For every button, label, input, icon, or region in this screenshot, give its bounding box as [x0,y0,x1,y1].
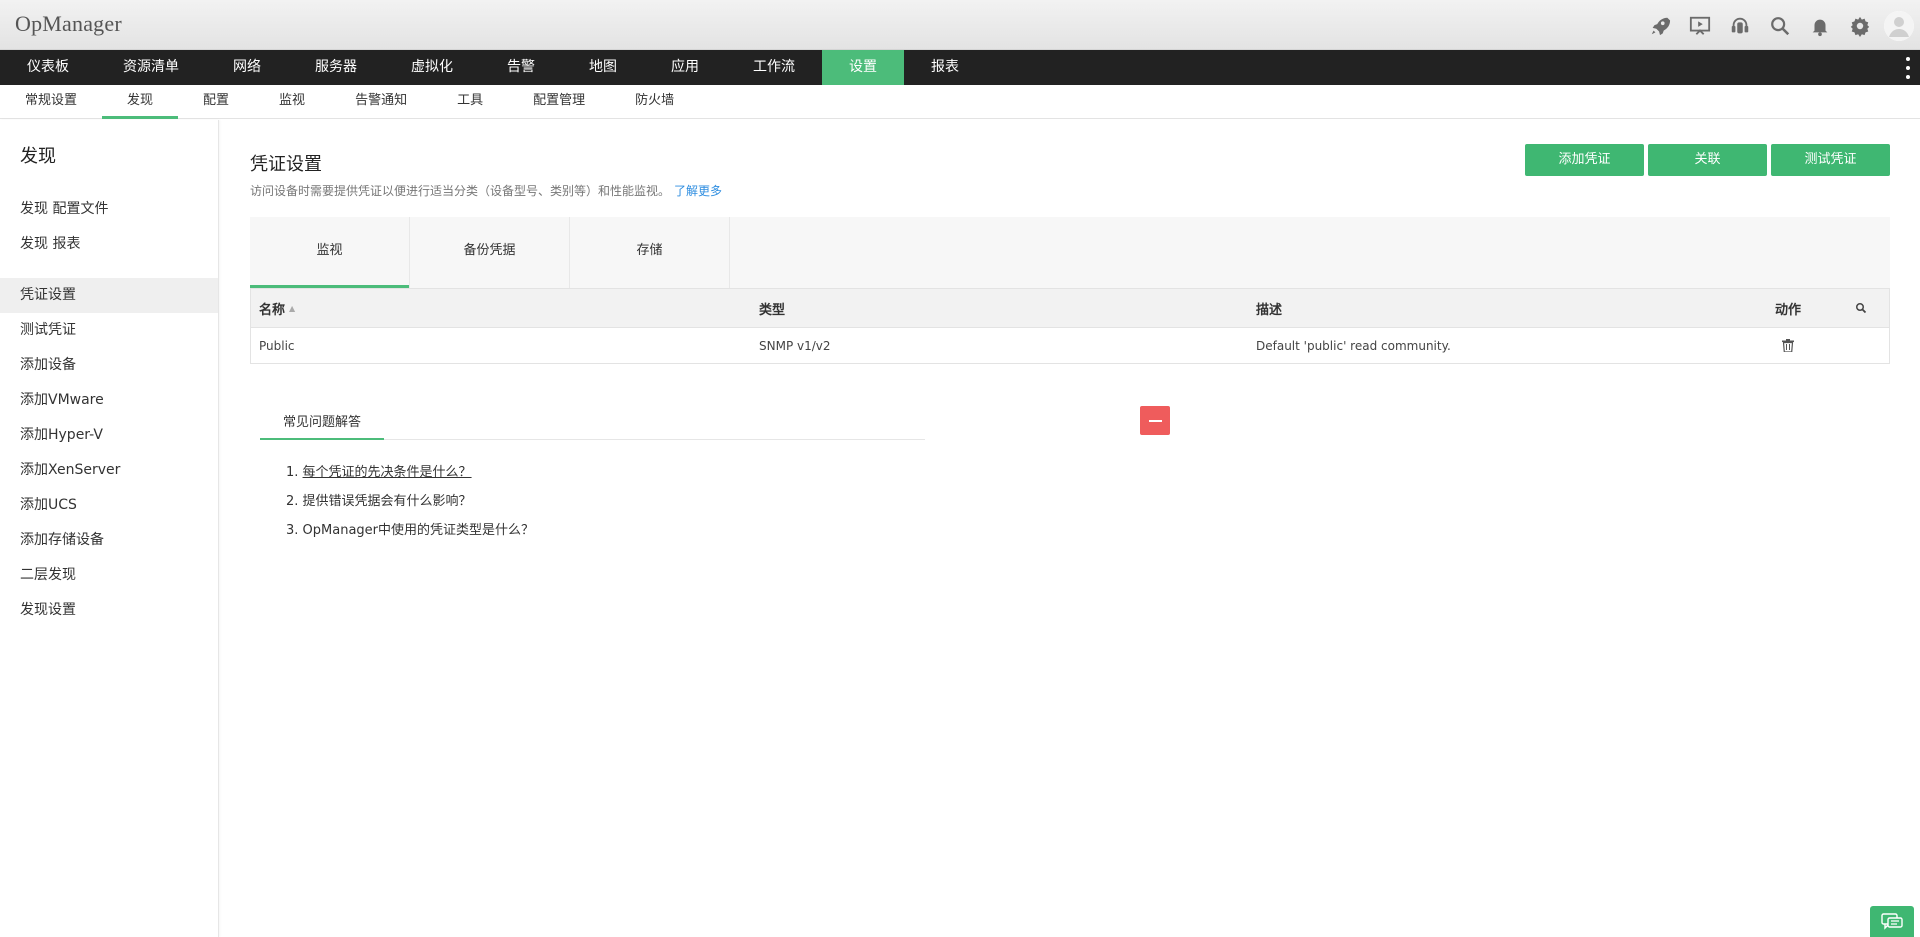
nav-virtualization[interactable]: 虚拟化 [384,50,480,85]
subnav-monitoring[interactable]: 监视 [254,85,330,118]
nav-settings[interactable]: 设置 [822,50,904,85]
nav-dashboard[interactable]: 仪表板 [0,50,96,85]
column-header-name[interactable]: 名称 ▲ [251,289,751,327]
user-avatar-icon[interactable] [1884,11,1914,41]
tab-storage[interactable]: 存储 [570,217,730,288]
subnav-tools[interactable]: 工具 [432,85,508,118]
table-row[interactable]: Public SNMP v1/v2 Default 'public' read … [251,327,1889,363]
sidebar-item-add-storage[interactable]: 添加存储设备 [0,523,218,558]
gear-icon[interactable] [1846,12,1874,40]
sidebar-item-add-vmware[interactable]: 添加VMware [0,383,218,418]
faq-list: 1. 每个凭证的先决条件是什么？ 2. 提供错误凭据会有什么影响？ 3. OpM… [286,458,534,545]
nav-alarms[interactable]: 告警 [480,50,562,85]
nav-inventory[interactable]: 资源清单 [96,50,206,85]
sidebar-item-layer2-discovery[interactable]: 二层发现 [0,558,218,593]
page-description: 访问设备时需要提供凭证以便进行适当分类（设备型号、类别等）和性能监视。 了解更多 [250,182,722,199]
nav-maps[interactable]: 地图 [562,50,644,85]
sidebar-item-add-hyperv[interactable]: 添加Hyper-V [0,418,218,453]
faq-item[interactable]: 2. 提供错误凭据会有什么影响？ [286,487,534,516]
tab-backup-credentials[interactable]: 备份凭据 [410,217,570,288]
sub-nav: 常规设置 发现 配置 监视 告警通知 工具 配置管理 防火墙 [0,85,1920,119]
search-icon[interactable] [1766,12,1794,40]
chat-icon[interactable] [1870,906,1914,937]
table-header: 名称 ▲ 类型 描述 动作 [251,289,1889,327]
nav-network[interactable]: 网络 [206,50,288,85]
credential-tabs: 监视 备份凭据 存储 [250,217,1890,288]
credentials-table: 名称 ▲ 类型 描述 动作 Public SNMP v1/v2 Default … [250,288,1890,364]
delete-icon[interactable] [1743,328,1833,363]
nav-reports[interactable]: 报表 [904,50,986,85]
sidebar-item-discovery-profiles[interactable]: 发现 配置文件 [0,192,218,227]
faq-item[interactable]: 1. 每个凭证的先决条件是什么？ [286,458,534,487]
column-header-description: 描述 [1256,302,1283,318]
subnav-config-management[interactable]: 配置管理 [508,85,610,118]
presentation-icon[interactable] [1686,12,1714,40]
nav-apps[interactable]: 应用 [644,50,726,85]
nav-workflow[interactable]: 工作流 [726,50,822,85]
main-content: 凭证设置 访问设备时需要提供凭证以便进行适当分类（设备型号、类别等）和性能监视。… [250,120,1890,937]
faq-collapse-button[interactable] [1140,406,1170,435]
action-buttons: 添加凭证 关联 测试凭证 [1521,144,1890,176]
sidebar-title: 发现 [20,146,56,167]
sidebar-item-discovery-reports[interactable]: 发现 报表 [0,227,218,262]
bell-icon[interactable] [1806,12,1834,40]
sidebar-item-discovery-settings[interactable]: 发现设置 [0,593,218,628]
subnav-discovery[interactable]: 发现 [102,85,179,119]
subnav-general-settings[interactable]: 常规设置 [0,85,102,118]
add-credential-button[interactable]: 添加凭证 [1525,144,1644,176]
tab-monitoring[interactable]: 监视 [250,217,410,288]
faq-item-number: 3. [286,523,299,538]
top-header: OpManager [0,0,1920,50]
faq-item-question[interactable]: 提供错误凭据会有什么影响？ [303,494,472,509]
sidebar-item-add-xenserver[interactable]: 添加XenServer [0,453,218,488]
page-title: 凭证设置 [250,154,322,175]
more-menu-icon[interactable] [1905,57,1911,79]
subnav-notifications[interactable]: 告警通知 [330,85,432,118]
faq-item-number: 1. [286,465,299,480]
faq-tab[interactable]: 常见问题解答 [260,406,384,440]
subnav-configuration[interactable]: 配置 [178,85,254,118]
sort-icon[interactable]: ▲ [289,304,295,313]
faq-item-number: 2. [286,494,299,509]
faq-item-question[interactable]: OpManager中使用的凭证类型是什么？ [303,523,534,538]
column-header-name-label: 名称 [259,302,286,318]
subnav-firewall[interactable]: 防火墙 [610,85,699,118]
associate-button[interactable]: 关联 [1648,144,1767,176]
faq-item-question[interactable]: 每个凭证的先决条件是什么？ [303,465,472,480]
learn-more-link[interactable]: 了解更多 [674,184,722,198]
table-search-icon[interactable] [1833,289,1889,327]
column-header-type: 类型 [759,302,786,318]
app-logo[interactable]: OpManager [15,11,122,37]
test-credential-button[interactable]: 测试凭证 [1771,144,1890,176]
faq-item[interactable]: 3. OpManager中使用的凭证类型是什么？ [286,516,534,545]
sidebar: 发现 发现 配置文件 发现 报表 凭证设置 测试凭证 添加设备 添加VMware… [0,120,219,937]
main-nav: 仪表板 资源清单 网络 服务器 虚拟化 告警 地图 应用 工作流 设置 报表 [0,50,1920,85]
cell-name[interactable]: Public [251,328,751,363]
sidebar-item-test-credentials[interactable]: 测试凭证 [0,313,218,348]
sidebar-item-add-ucs[interactable]: 添加UCS [0,488,218,523]
support-icon[interactable] [1726,12,1754,40]
header-icons [1634,11,1914,41]
page-description-text: 访问设备时需要提供凭证以便进行适当分类（设备型号、类别等）和性能监视。 [250,184,671,198]
nav-servers[interactable]: 服务器 [288,50,384,85]
rocket-icon[interactable] [1646,12,1674,40]
column-header-action: 动作 [1774,302,1801,318]
sidebar-item-add-device[interactable]: 添加设备 [0,348,218,383]
cell-description: Default 'public' read community. [1256,338,1451,353]
sidebar-item-credential-settings[interactable]: 凭证设置 [0,278,218,313]
cell-type: SNMP v1/v2 [759,338,831,353]
faq-header: 常见问题解答 [260,406,925,440]
